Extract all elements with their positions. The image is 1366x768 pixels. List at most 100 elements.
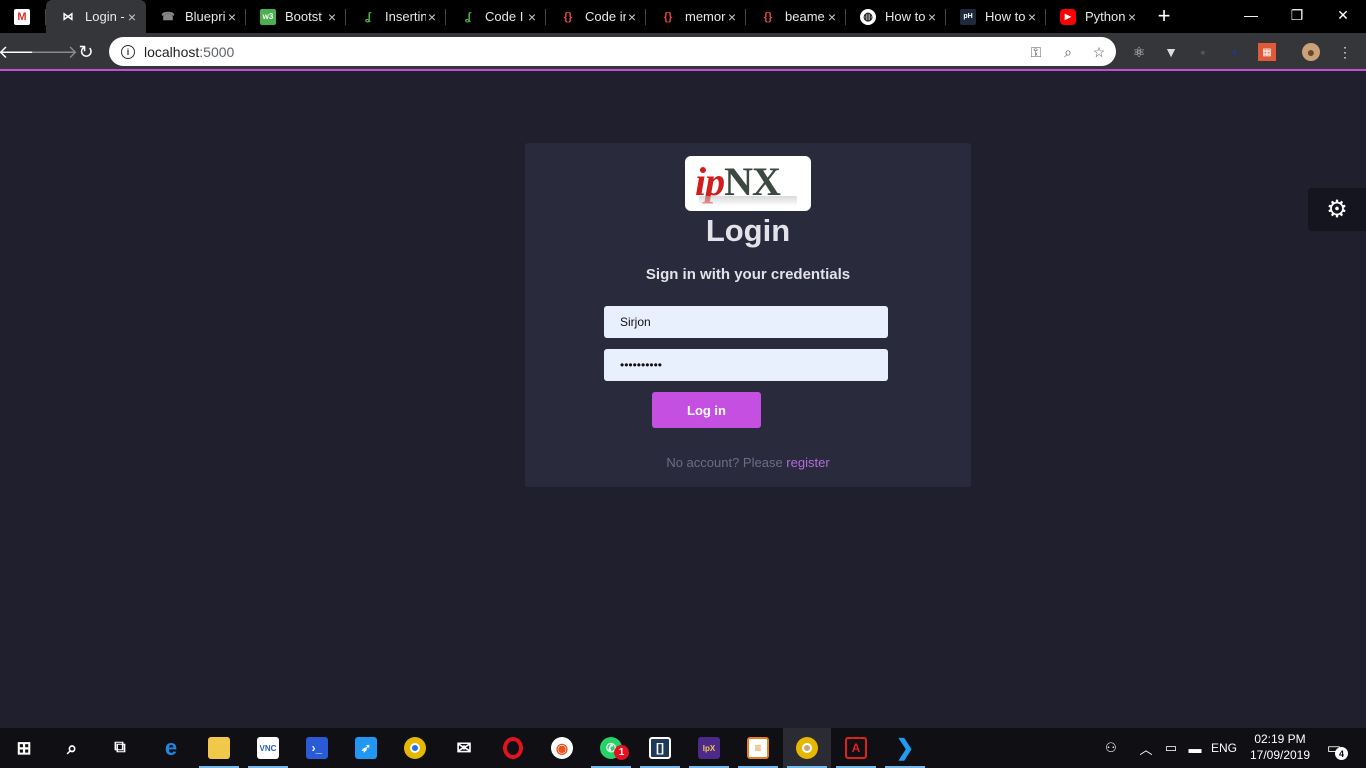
- ubuntu-icon: ◉: [551, 737, 573, 759]
- new-tab-button[interactable]: +: [1152, 5, 1176, 29]
- code-braces-icon: {}: [663, 10, 673, 23]
- acrobat-app[interactable]: A: [832, 728, 880, 768]
- username-field[interactable]: [604, 306, 888, 338]
- chrome-app[interactable]: [391, 728, 439, 768]
- menu-kebab-icon[interactable]: ⋮: [1336, 43, 1354, 61]
- tab-title: How to: [885, 9, 926, 24]
- vnc-app[interactable]: VNC: [244, 728, 292, 768]
- tab-close-icon[interactable]: ×: [1126, 10, 1138, 24]
- whatsapp-app[interactable]: ✆ 1: [587, 728, 635, 768]
- tab-login[interactable]: ⋈ Login - ×: [46, 0, 146, 33]
- edge-icon: e: [164, 735, 178, 760]
- people-icon[interactable]: ⚇: [1100, 728, 1122, 768]
- edge-app[interactable]: e: [147, 728, 195, 768]
- tab-title: Bootst: [285, 9, 322, 24]
- search-button[interactable]: ⌕: [48, 728, 96, 768]
- search-icon: ⌕: [66, 737, 78, 758]
- tab-close-icon[interactable]: ×: [326, 10, 338, 24]
- profile-avatar[interactable]: ●: [1302, 43, 1320, 61]
- powershell-icon: ›_: [306, 737, 328, 759]
- tab-code-1[interactable]: ʆ Code I ×: [446, 0, 546, 33]
- tab-close-icon[interactable]: ×: [526, 10, 538, 24]
- file-explorer-app[interactable]: [195, 728, 243, 768]
- tab-inserting[interactable]: ʆ Insertin ×: [346, 0, 446, 33]
- rocket-icon: ➶: [355, 737, 377, 759]
- powershell-app[interactable]: ›_: [293, 728, 341, 768]
- close-window-button[interactable]: ✕: [1320, 0, 1366, 30]
- tab-memory[interactable]: {} memor ×: [646, 0, 746, 33]
- tab-python[interactable]: ▶ Python ×: [1046, 0, 1146, 33]
- tab-how-to-2[interactable]: pH How to ×: [946, 0, 1046, 33]
- whatsapp-badge: 1: [614, 745, 629, 760]
- grid-extension-icon[interactable]: ▦: [1258, 43, 1276, 61]
- tab-close-icon[interactable]: ×: [126, 10, 138, 24]
- tab-bootstrap[interactable]: w3 Bootst ×: [246, 0, 346, 33]
- zoom-icon[interactable]: ⌕: [1059, 43, 1077, 61]
- minimize-button[interactable]: —: [1228, 0, 1274, 30]
- clock-time: 02:19 PM: [1254, 732, 1306, 746]
- tab-beamer[interactable]: {} beame ×: [746, 0, 846, 33]
- react-devtools-icon[interactable]: ⚛: [1130, 43, 1148, 61]
- start-button[interactable]: ⊞: [0, 728, 48, 768]
- browser-toolbar: 🡐 🡒 ↻ i localhost:5000 ⚿ ⌕ ☆ ⚛ ▼ ▪ ▪ ▦ ●…: [0, 33, 1366, 71]
- tab-gmail[interactable]: M: [0, 0, 46, 33]
- browser-tab-strip: M ⋈ Login - × ☎ Bluepri × w3 Bootst × ʆ …: [0, 0, 1366, 33]
- tab-title: Code I: [485, 9, 524, 24]
- tab-close-icon[interactable]: ×: [926, 10, 938, 24]
- clock[interactable]: 02:19 PM 17/09/2019: [1240, 731, 1320, 763]
- info-icon[interactable]: i: [121, 44, 135, 59]
- page-viewport: ipNX Login Sign in with your credentials…: [0, 73, 1366, 728]
- chrome-profile-icon: [796, 737, 818, 759]
- key-icon[interactable]: ⚿: [1027, 43, 1045, 61]
- chrome-active-app[interactable]: [783, 728, 831, 768]
- mail-icon: ✉: [456, 737, 472, 758]
- network-icon[interactable]: ▭: [1160, 728, 1182, 768]
- ipx-app[interactable]: IpX: [685, 728, 733, 768]
- show-hidden-icons-chevron-icon[interactable]: ︿: [1136, 728, 1156, 768]
- bracket-app[interactable]: []: [636, 728, 684, 768]
- action-center-icon[interactable]: ▭ 4: [1322, 736, 1348, 760]
- mail-app[interactable]: ✉: [440, 728, 488, 768]
- tab-title: Bluepri: [185, 9, 226, 24]
- tab-close-icon[interactable]: ×: [426, 10, 438, 24]
- app-launcher-app[interactable]: ➶: [342, 728, 390, 768]
- language-indicator[interactable]: ENG: [1208, 728, 1240, 768]
- tab-close-icon[interactable]: ×: [826, 10, 838, 24]
- register-link[interactable]: register: [786, 455, 829, 470]
- tab-close-icon[interactable]: ×: [726, 10, 738, 24]
- task-view-button[interactable]: ⧉: [96, 728, 144, 768]
- taskbar: ⊞ ⌕ ⧉ e VNC ›_ ➶ ✉ ◉ ✆ 1 [] IpX ≡ A ❯ ⚇ ︿…: [0, 728, 1366, 768]
- address-bar[interactable]: i localhost:5000 ⚿ ⌕ ☆: [109, 37, 1116, 66]
- tab-close-icon[interactable]: ×: [626, 10, 638, 24]
- reload-button[interactable]: ↻: [74, 40, 98, 64]
- settings-gear-icon[interactable]: ⚙: [1308, 188, 1366, 231]
- vue-devtools-icon[interactable]: ▼: [1162, 43, 1180, 61]
- vscode-app[interactable]: ❯: [881, 728, 929, 768]
- tab-title: Code in: [585, 9, 626, 24]
- tab-code-in[interactable]: {} Code in ×: [546, 0, 646, 33]
- ubuntu-app[interactable]: ◉: [538, 728, 586, 768]
- notes-app[interactable]: ≡: [734, 728, 782, 768]
- password-field[interactable]: [604, 349, 888, 381]
- tab-blueprint[interactable]: ☎ Bluepri ×: [146, 0, 246, 33]
- code-braces-icon: {}: [563, 10, 573, 23]
- tab-close-icon[interactable]: ×: [1026, 10, 1038, 24]
- restore-button[interactable]: ❐: [1274, 0, 1320, 30]
- extension-icon[interactable]: ▪: [1194, 43, 1212, 61]
- forward-button[interactable]: 🡒: [30, 40, 78, 64]
- opera-app[interactable]: [489, 728, 537, 768]
- login-button[interactable]: Log in: [652, 392, 761, 428]
- tab-title: How to: [985, 9, 1026, 24]
- tab-how-to-1[interactable]: ◍ How to ×: [846, 0, 946, 33]
- tab-close-icon[interactable]: ×: [226, 10, 238, 24]
- code-braces-icon: {}: [763, 10, 773, 23]
- ipnx-logo: ipNX: [685, 156, 811, 211]
- battery-icon[interactable]: ▬: [1184, 728, 1206, 768]
- opera-icon: [503, 737, 523, 759]
- bookmark-star-icon[interactable]: ☆: [1090, 43, 1108, 61]
- notes-icon: ≡: [747, 737, 769, 759]
- clock-date: 17/09/2019: [1249, 748, 1311, 762]
- folder-icon: [208, 737, 230, 759]
- extension-icon[interactable]: ▪: [1226, 43, 1244, 61]
- windows-icon: ⊞: [16, 737, 32, 758]
